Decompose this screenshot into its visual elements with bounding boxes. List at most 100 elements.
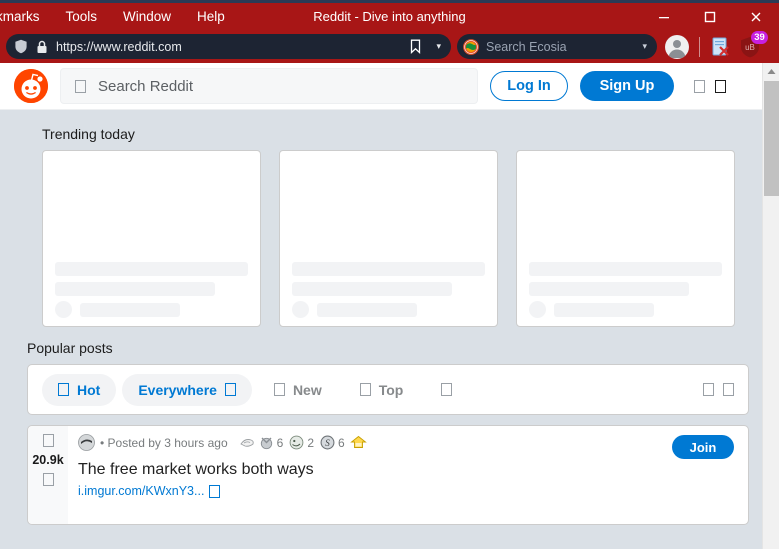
- popular-posts-title: Popular posts: [27, 340, 113, 356]
- sort-hot-button[interactable]: Hot: [42, 373, 117, 406]
- maximize-button[interactable]: [687, 3, 733, 30]
- skeleton-line: [80, 303, 180, 317]
- menu-window[interactable]: Window: [121, 6, 173, 28]
- sort-bar-wrapper: Hot Everywhere New Top: [0, 364, 763, 415]
- view-options-group: [703, 383, 734, 396]
- subreddit-avatar-icon[interactable]: [78, 434, 95, 451]
- minimize-icon: [659, 16, 669, 18]
- post-link-text: i.imgur.com/KWxnY3...: [78, 484, 205, 498]
- menu-bookmarks[interactable]: kmarks: [0, 6, 42, 28]
- page-scrollbar[interactable]: [762, 63, 779, 549]
- post-body: • Posted by 3 hours ago 6 2 S 6 The free…: [68, 426, 748, 524]
- toolbar-divider: [699, 36, 700, 57]
- chevron-up-icon: [767, 69, 775, 74]
- vote-column: 20.9k: [28, 426, 68, 524]
- post-posted-by: • Posted by 3 hours ago: [100, 435, 228, 450]
- profile-avatar[interactable]: [665, 34, 689, 59]
- sort-new-button[interactable]: New: [258, 374, 338, 406]
- downvote-icon[interactable]: [42, 473, 54, 486]
- award-gold-house-icon[interactable]: [349, 434, 367, 451]
- award-green-face-icon[interactable]: [288, 434, 305, 451]
- post-link[interactable]: i.imgur.com/KWxnY3...: [78, 484, 738, 498]
- user-menu-icon[interactable]: [694, 79, 705, 93]
- geo-filter-label: Everywhere: [138, 381, 217, 398]
- login-button[interactable]: Log In: [490, 71, 568, 101]
- sort-more-button[interactable]: [425, 374, 468, 406]
- new-icon: [273, 383, 285, 396]
- overflow-menu-icon[interactable]: [715, 79, 726, 93]
- signup-button[interactable]: Sign Up: [580, 71, 674, 101]
- skeleton-avatar: [529, 301, 546, 318]
- sort-new-label: New: [292, 381, 322, 398]
- external-link-icon: [209, 484, 221, 498]
- join-button[interactable]: Join: [672, 435, 734, 459]
- subreddit-icon: [78, 434, 95, 451]
- trending-card-1[interactable]: [42, 150, 261, 327]
- ellipsis-icon: [441, 383, 453, 396]
- award-count-3: 6: [338, 435, 345, 450]
- award-grey-medal-icon[interactable]: [258, 434, 275, 451]
- scroll-up-button[interactable]: [763, 63, 779, 80]
- skeleton-avatar: [55, 301, 72, 318]
- skeleton-line: [292, 282, 452, 296]
- layout-dropdown-icon[interactable]: [723, 383, 734, 396]
- window-controls: [641, 3, 779, 30]
- search-icon: [75, 79, 86, 93]
- award-count-1: 6: [276, 435, 284, 450]
- shield-icon[interactable]: [14, 39, 28, 54]
- upvote-icon[interactable]: [42, 434, 54, 447]
- post-list: 20.9k • Posted by 3 hours ago 6 2 S 6 Th…: [0, 415, 763, 525]
- geo-filter-button[interactable]: Everywhere: [122, 373, 252, 406]
- extension-shield-counter[interactable]: uB 39: [738, 30, 768, 59]
- layout-view-icon[interactable]: [703, 383, 714, 396]
- reddit-header: Search Reddit Log In Sign Up: [0, 63, 763, 110]
- bookmark-icon[interactable]: [409, 39, 422, 54]
- award-silver-s-icon[interactable]: S: [319, 434, 336, 451]
- menu-tools[interactable]: Tools: [64, 6, 100, 28]
- address-dropdown-caret[interactable]: ▾: [436, 41, 441, 52]
- menu-help[interactable]: Help: [195, 6, 227, 28]
- browser-toolbar: https://www.reddit.com ▾ Search Ecosia ▾: [0, 30, 779, 63]
- reddit-logo-icon[interactable]: [14, 69, 48, 103]
- extension-badge-count: 39: [751, 30, 768, 44]
- sort-hot-label: Hot: [77, 381, 101, 398]
- trending-card-2[interactable]: [279, 150, 498, 327]
- sort-top-button[interactable]: Top: [344, 374, 420, 406]
- maximize-icon: [704, 11, 716, 22]
- ecosia-globe-icon: [463, 38, 479, 55]
- skeleton-line: [554, 303, 654, 317]
- skeleton-line: [529, 262, 722, 276]
- page-content: Trending today Popular posts Hot Everywh…: [0, 110, 763, 525]
- reddit-snoo-icon: [14, 69, 48, 103]
- skeleton-line: [55, 282, 215, 296]
- address-bar[interactable]: https://www.reddit.com ▾: [6, 34, 451, 59]
- scrollbar-thumb[interactable]: [764, 81, 779, 196]
- search-dropdown-caret[interactable]: ▾: [642, 41, 647, 52]
- sort-top-label: Top: [378, 381, 404, 398]
- document-block-icon: [712, 37, 729, 56]
- skeleton-line: [317, 303, 417, 317]
- title-bar: kmarks Tools Window Help Reddit - Dive i…: [0, 0, 779, 30]
- post-meta: • Posted by 3 hours ago 6 2 S 6: [78, 434, 738, 451]
- close-button[interactable]: [733, 3, 779, 30]
- ecosia-search-bar[interactable]: Search Ecosia ▾: [457, 34, 657, 59]
- minimize-button[interactable]: [641, 3, 687, 30]
- browser-window: kmarks Tools Window Help Reddit - Dive i…: [0, 0, 779, 549]
- flame-icon: [58, 383, 69, 396]
- skeleton-line: [55, 262, 248, 276]
- trending-card-3[interactable]: [516, 150, 735, 327]
- chevron-down-icon: [224, 383, 236, 396]
- award-silver-wing-icon[interactable]: [239, 434, 256, 451]
- extension-page-block-icon[interactable]: [710, 36, 732, 58]
- menu-bar: kmarks Tools Window Help: [0, 6, 227, 28]
- reddit-search-placeholder: Search Reddit: [98, 77, 194, 95]
- award-count-2: 2: [307, 435, 314, 450]
- post-card[interactable]: 20.9k • Posted by 3 hours ago 6 2 S 6 Th…: [27, 425, 749, 525]
- trending-cards-row: [0, 150, 763, 327]
- post-title[interactable]: The free market works both ways: [78, 460, 738, 480]
- ecosia-search-placeholder: Search Ecosia: [486, 39, 567, 54]
- skeleton-avatar: [292, 301, 309, 318]
- trending-up-icon: [359, 383, 371, 396]
- reddit-search-input[interactable]: Search Reddit: [60, 68, 478, 104]
- lock-icon[interactable]: [36, 40, 48, 54]
